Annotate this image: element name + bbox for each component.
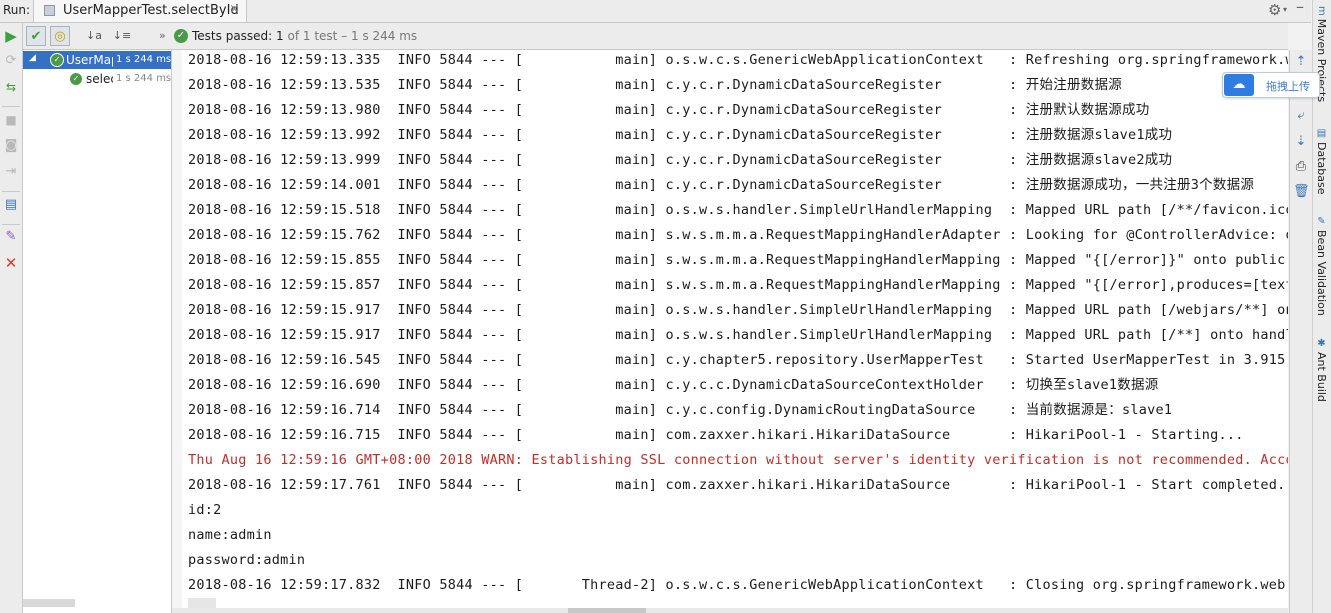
sort-alphabetically-icon[interactable]: ↓a [84,26,104,46]
chevron-down-icon[interactable]: ◢ [29,53,36,63]
exit-icon[interactable]: ⇥ [2,163,20,181]
chevron-down-icon[interactable]: ▾ [1283,5,1287,14]
show-ignored-button[interactable]: ◎ [50,26,70,46]
test-name: selectById [86,72,113,86]
scroll-up-icon[interactable]: ⇡ [1293,54,1309,70]
soft-wrap-icon[interactable]: ⤶ [1293,108,1309,124]
status-count: 1 [276,29,284,43]
log-line: password:admin [188,552,306,568]
tab-bean-validation[interactable]: ✎ Bean Validation [1315,216,1328,316]
test-runner-toolbar: ✔ ◎ ↓a ↓≡ » ✓ Tests passed: 1 of 1 test … [23,23,1288,50]
tab-ant-build[interactable]: ✱ Ant Build [1315,338,1328,402]
print-icon[interactable]: ⎙ [1293,159,1309,175]
passed-icon: ✓ [50,53,64,67]
log-line: name:admin [188,527,272,543]
run-configuration-tab[interactable]: UserMapperTest.selectById × [33,0,247,22]
scroll-to-end-icon[interactable]: ⇣ [1293,134,1309,150]
log-line: 2018-08-16 12:59:16.714 INFO 5844 --- [ … [188,402,1173,418]
log-line: 2018-08-16 12:59:16.545 INFO 5844 --- [ … [188,352,1288,368]
log-line: 2018-08-16 12:59:15.857 INFO 5844 --- [ … [188,277,1288,293]
status-prefix: Tests passed: [192,29,277,43]
run-tab-title: UserMapperTest.selectById [63,3,239,18]
cloud-icon: ☁ [1224,74,1254,96]
log-line: 2018-08-16 12:59:17.761 INFO 5844 --- [ … [188,477,1286,493]
toggle-autotest-icon[interactable]: ⇆ [2,78,20,96]
show-passed-button[interactable]: ✔ [26,26,46,46]
trash-icon[interactable]: 🗑 [1293,184,1310,200]
console-side-actions: ⇡ ⤶ ⇣ ⎙ 🗑 [1289,50,1312,613]
console-output[interactable]: 2018-08-16 12:59:13.335 INFO 5844 --- [ … [172,50,1288,613]
drag-upload-widget[interactable]: ☁ 拖拽上传 [1222,72,1320,98]
test-time: 1 s 244 ms [116,73,172,84]
left-action-toolbar: ▶ ⟳ ⇆ ■ ◙ ⇥ ▤ ✎ ✕ [0,23,23,613]
close-icon[interactable]: ✕ [2,254,20,272]
console-scroll-thumb[interactable] [568,608,646,613]
log-line: 2018-08-16 12:59:15.518 INFO 5844 --- [ … [188,202,1288,218]
log-line: 2018-08-16 12:59:13.535 INFO 5844 --- [ … [188,77,1123,93]
log-line: 2018-08-16 12:59:15.917 INFO 5844 --- [ … [188,302,1288,318]
log-line: Thu Aug 16 12:59:16 GMT+08:00 2018 WARN:… [188,452,1288,468]
log-line: 2018-08-16 12:59:13.999 INFO 5844 --- [ … [188,152,1173,168]
run-toolwindow-header: Run: UserMapperTest.selectById × ⚙ ▾ – [0,0,1311,23]
log-line: 2018-08-16 12:59:13.992 INFO 5844 --- [ … [188,127,1173,143]
log-line: 2018-08-16 12:59:13.980 INFO 5844 --- [ … [188,102,1150,118]
tab-database-label: Database [1315,142,1328,195]
test-status: Tests passed: 1 of 1 test – 1 s 244 ms [192,29,417,43]
minimize-icon[interactable]: – [1296,0,1304,16]
tests-passed-icon: ✓ [174,29,188,43]
log-line: 2018-08-16 12:59:15.762 INFO 5844 --- [ … [188,227,1288,243]
log-line: 2018-08-16 12:59:16.715 INFO 5844 --- [ … [188,427,1244,443]
tab-ant-build-label: Ant Build [1315,352,1328,402]
passed-icon: ✓ [69,72,83,86]
gear-icon[interactable]: ⚙ [1268,1,1281,19]
sort-by-duration-icon[interactable]: ↓≡ [112,26,132,46]
pin-icon[interactable]: ✎ [2,228,20,246]
suite-name: UserMapperTest [66,53,113,67]
run-label: Run: [3,3,31,17]
more-actions-icon[interactable]: » [159,29,166,42]
test-results-tree: ◢ ✓ UserMapperTest 1 s 244 ms ✓ selectBy… [23,50,172,613]
database-icon: ▤ [1316,128,1327,139]
rerun-icon[interactable]: ▶ [2,27,20,45]
log-line: 2018-08-16 12:59:15.917 INFO 5844 --- [ … [188,327,1288,343]
log-line: id:2 [188,502,222,518]
run-config-icon [44,5,55,16]
maven-icon: m [1316,6,1327,16]
tab-bean-validation-label: Bean Validation [1315,230,1328,316]
tree-scrollbar[interactable] [23,599,75,607]
rerun-failed-icon[interactable]: ⟳ [2,52,20,70]
ant-icon: ✱ [1316,338,1327,349]
close-tab-icon[interactable]: × [229,2,240,17]
bean-icon: ✎ [1316,216,1327,227]
tree-row-suite[interactable]: ◢ ✓ UserMapperTest 1 s 244 ms [23,51,171,69]
status-suffix: of 1 test – 1 s 244 ms [283,29,418,43]
log-line: 2018-08-16 12:59:15.855 INFO 5844 --- [ … [188,252,1286,268]
upload-label: 拖拽上传 [1266,80,1310,93]
console-gutter [172,50,182,613]
log-line: 2018-08-16 12:59:14.001 INFO 5844 --- [ … [188,177,1255,193]
layout-icon[interactable]: ▤ [2,196,20,214]
tab-database[interactable]: ▤ Database [1315,128,1328,195]
camera-icon[interactable]: ◙ [2,137,20,155]
log-line: 2018-08-16 12:59:17.832 INFO 5844 --- [ … [188,577,1288,593]
suite-time: 1 s 244 ms [116,54,172,65]
console-horizontal-scrollbar[interactable] [172,608,1288,613]
log-line: 2018-08-16 12:59:13.335 INFO 5844 --- [ … [188,52,1288,68]
stop-icon[interactable]: ■ [2,111,20,129]
log-line: 2018-08-16 12:59:16.690 INFO 5844 --- [ … [188,377,1159,393]
tree-row-test[interactable]: ✓ selectById 1 s 244 ms [23,70,171,88]
